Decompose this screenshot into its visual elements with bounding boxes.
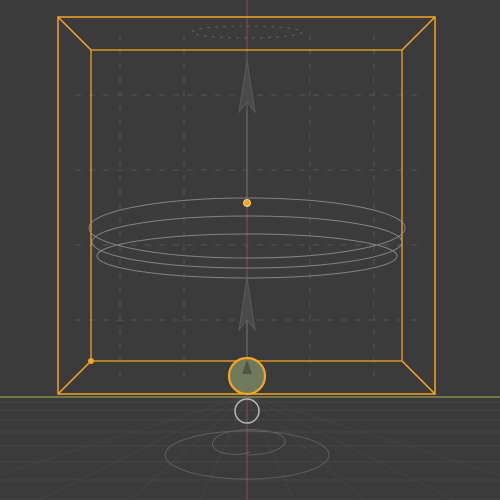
floor-grid-radial [0,396,500,500]
viewport-canvas[interactable] [0,0,500,500]
camera-icon[interactable] [229,358,265,394]
upper-arrow [239,60,255,200]
cube-corner-dot [88,358,94,364]
3d-viewport[interactable] [0,0,500,500]
object-origin [244,200,251,207]
